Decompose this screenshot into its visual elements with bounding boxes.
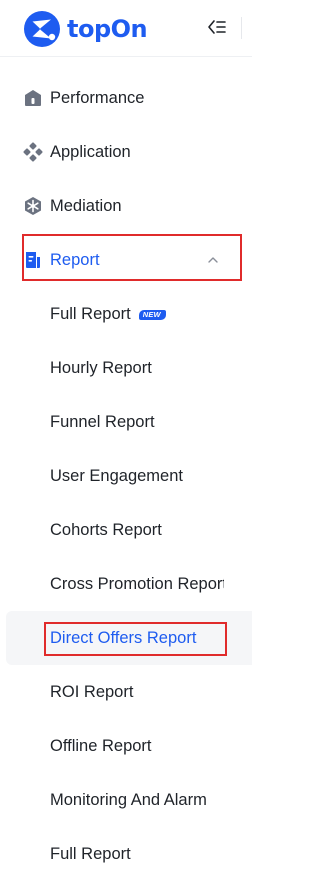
submenu-item-label: Cross Promotion Report <box>50 574 224 593</box>
sidebar-item-label: Report <box>50 250 100 269</box>
sidebar-item-application[interactable]: Application <box>0 125 252 179</box>
brand-name: topOn <box>67 15 148 43</box>
submenu-item-funnel-report[interactable]: Funnel Report <box>0 395 252 449</box>
submenu-item-monitoring-and-alarm[interactable]: Monitoring And Alarm <box>0 773 252 827</box>
mediation-icon <box>25 197 41 215</box>
topon-logo-icon <box>24 11 60 47</box>
header-separator <box>0 56 252 57</box>
report-icon <box>26 252 40 268</box>
sidebar-item-label: Mediation <box>50 196 122 215</box>
submenu-item-roi-report[interactable]: ROI Report <box>0 665 252 719</box>
submenu-item-label: Offline Report <box>50 736 152 755</box>
submenu-item-text: Full Report <box>50 304 131 323</box>
brand-logo[interactable]: topOn <box>22 9 148 49</box>
new-badge: NEW <box>138 309 166 320</box>
sidebar-item-report[interactable]: Report <box>0 233 252 287</box>
submenu-item-label: Monitoring And Alarm <box>50 790 207 809</box>
submenu-item-label: Hourly Report <box>50 358 152 377</box>
submenu-item-direct-offers-report[interactable]: Direct Offers Report <box>0 611 252 665</box>
chevron-up-icon[interactable] <box>207 255 219 265</box>
menu-fold-icon <box>208 20 226 34</box>
sidebar-item-mediation[interactable]: Mediation <box>0 179 252 233</box>
sidebar-item-performance[interactable]: Performance <box>0 71 252 125</box>
submenu-item-full-report[interactable]: Full Report NEW <box>0 287 252 341</box>
submenu-item-label: Full Report NEW <box>50 305 166 324</box>
submenu-item-label: Full Report <box>50 844 131 863</box>
submenu-item-hourly-report[interactable]: Hourly Report <box>0 341 252 395</box>
sidebar-header: topOn <box>0 0 252 56</box>
submenu-item-full-report-2[interactable]: Full Report <box>0 827 252 871</box>
submenu-item-label: User Engagement <box>50 466 183 485</box>
sidebar-frame: topOn Performance Application Mediation … <box>0 0 252 871</box>
collapse-sidebar-button[interactable] <box>203 16 229 38</box>
submenu-item-label: Direct Offers Report <box>50 628 197 647</box>
dashboard-icon <box>25 90 41 106</box>
submenu-item-user-engagement[interactable]: User Engagement <box>0 449 252 503</box>
submenu-item-cohorts-report[interactable]: Cohorts Report <box>0 503 252 557</box>
sidebar-item-label: Performance <box>50 88 145 107</box>
submenu-item-label: ROI Report <box>50 682 134 701</box>
submenu-item-label: Cohorts Report <box>50 520 162 539</box>
sidebar-menu: Performance Application Mediation Report… <box>0 71 252 871</box>
submenu-item-cross-promotion-report[interactable]: Cross Promotion Report <box>0 557 252 611</box>
application-icon <box>23 142 43 162</box>
header-divider <box>241 17 242 39</box>
submenu-item-offline-report[interactable]: Offline Report <box>0 719 252 773</box>
submenu-item-label: Funnel Report <box>50 412 155 431</box>
sidebar-item-label: Application <box>50 142 131 161</box>
